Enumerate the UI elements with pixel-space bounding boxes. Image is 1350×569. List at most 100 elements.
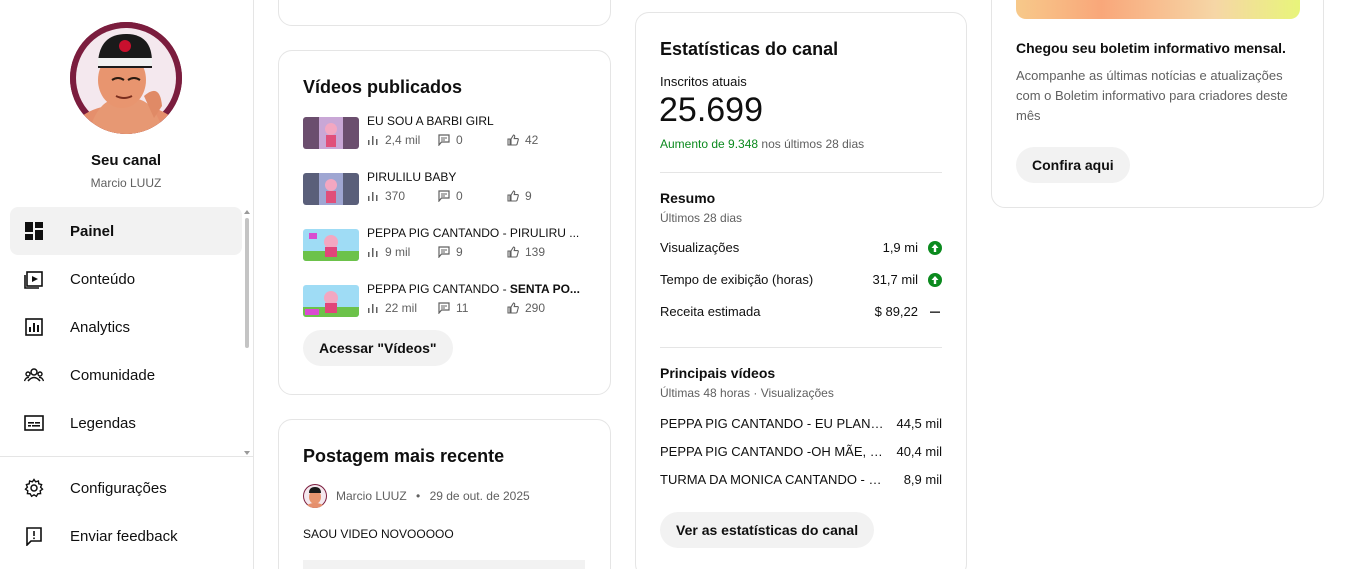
analytics-icon [24,317,44,337]
sidebar-item-label: Legendas [70,414,136,432]
scrollbar-thumb[interactable] [245,218,249,348]
video-row[interactable]: PEPPA PIG CANTANDO - SENTA PO... 22 mil … [303,282,593,326]
video-row[interactable]: PEPPA PIG CANTANDO - PIRULIRU ... 9 mil … [303,226,593,270]
video-likes: 9 [507,189,532,203]
sidebar-item-painel[interactable]: Painel [10,207,242,255]
subscribers-count: 25.699 [659,91,763,129]
subtitles-icon [24,413,44,433]
published-videos-card: Vídeos publicados EU SOU A BARBI GIRL 2,… [278,50,611,395]
divider [660,347,942,348]
dashboard-icon [24,221,44,241]
video-thumbnail[interactable] [303,285,359,317]
video-views: 22 mil [367,301,417,315]
comments-icon [438,134,450,146]
video-views: 370 [367,189,405,203]
comments-icon [438,302,450,314]
video-thumbnail[interactable] [303,229,359,261]
video-thumbnail[interactable] [303,117,359,149]
subscribers-label: Inscritos atuais [660,74,747,89]
thumbs-up-icon [507,246,519,258]
sidebar-item-label: Analytics [70,318,131,336]
video-title[interactable]: PEPPA PIG CANTANDO - PIRULIRU ... [367,226,587,240]
thumbs-up-icon [507,134,519,146]
newsletter-body: Acompanhe as últimas notícias e atualiza… [1016,68,1288,123]
video-title[interactable]: PEPPA PIG CANTANDO - SENTA PO... [367,282,587,296]
divider [660,172,942,173]
video-row[interactable]: EU SOU A BARBI GIRL 2,4 mil 0 42 [303,114,593,158]
video-row[interactable]: PIRULILU BABY 370 0 9 [303,170,593,214]
channel-stats-title: Estatísticas do canal [660,39,839,59]
metric-watch-time[interactable]: Tempo de exibição (horas) 31,7 mil [660,272,942,292]
views-icon [368,136,378,145]
newsletter-button[interactable]: Confira aqui [1016,147,1130,183]
newsletter-banner [1016,0,1300,19]
published-videos-title: Vídeos publicados [303,77,463,97]
top-video-row[interactable]: PEPPA PIG CANTANDO - EU PLANTEI ... 44,5… [660,416,942,436]
post-image-placeholder [303,560,585,569]
sidebar-item-comunidade[interactable]: Comunidade [10,351,242,399]
sidebar-item-label: Enviar feedback [70,527,178,545]
gear-icon [24,478,44,498]
sidebar-divider [0,456,253,457]
trend-up-icon [928,241,942,255]
video-likes: 290 [507,301,545,315]
sidebar: Seu canal Marcio LUUZ Painel Conteúdo An… [0,0,254,569]
views-icon [368,304,378,313]
channel-avatar[interactable] [70,22,182,134]
video-comments: 11 [438,301,468,315]
content-icon [24,269,44,289]
video-title[interactable]: PIRULILU BABY [367,170,587,184]
top-video-row[interactable]: TURMA DA MONICA CANTANDO - EU ... 8,9 mi… [660,472,942,492]
metric-views[interactable]: Visualizações 1,9 mi [660,240,942,260]
post-author-avatar [303,484,327,508]
video-comments: 0 [438,189,463,203]
video-comments: 9 [438,245,463,259]
top-video-row[interactable]: PEPPA PIG CANTANDO -OH MÃE, CO... 40,4 m… [660,444,942,464]
subscribers-increase: Aumento de 9.348 nos últimos 28 dias [660,137,865,151]
comments-icon [438,246,450,258]
sidebar-item-feedback[interactable]: Enviar feedback [10,512,242,560]
summary-period: Últimos 28 dias [660,211,743,225]
recent-post-card: Postagem mais recente Marcio LUUZ • 29 d… [278,419,611,569]
go-to-videos-button[interactable]: Acessar "Vídeos" [303,330,453,366]
trend-up-icon [928,273,942,287]
summary-title: Resumo [660,190,716,206]
top-videos-period: Últimas 48 horas · Visualizações [660,386,834,400]
metric-revenue[interactable]: Receita estimada $ 89,22 [660,304,942,324]
sidebar-item-conteudo[interactable]: Conteúdo [10,255,242,303]
post-text: SAOU VIDEO NOVOOOOO [303,527,454,541]
sidebar-scrollbar[interactable] [244,210,250,455]
video-comments: 0 [438,133,463,147]
previous-card [278,0,611,26]
post-author[interactable]: Marcio LUUZ [336,489,407,503]
recent-post-title: Postagem mais recente [303,446,505,466]
sidebar-item-analytics[interactable]: Analytics [10,303,242,351]
post-meta: Marcio LUUZ • 29 de out. de 2025 [336,489,530,503]
video-views: 9 mil [367,245,410,259]
video-likes: 42 [507,133,538,147]
views-icon [368,192,378,201]
sidebar-item-configuracoes[interactable]: Configurações [10,464,242,512]
sidebar-item-legendas[interactable]: Legendas [10,399,242,447]
sidebar-nav: Painel Conteúdo Analytics Comunidade Leg… [10,207,242,447]
sidebar-item-label: Comunidade [70,366,156,384]
thumbs-up-icon [507,190,519,202]
newsletter-card: Chegou seu boletim informativo mensal. A… [991,0,1324,208]
scroll-down-icon[interactable] [244,451,250,455]
thumbs-up-icon [507,302,519,314]
view-channel-stats-button[interactable]: Ver as estatísticas do canal [660,512,875,548]
scroll-up-icon[interactable] [244,210,250,214]
channel-stats-card: Estatísticas do canal Inscritos atuais 2… [635,12,967,569]
channel-handle: Marcio LUUZ [90,176,162,190]
community-icon [24,365,44,385]
trend-flat-icon [930,311,940,313]
video-likes: 139 [507,245,545,259]
sidebar-item-label: Configurações [70,479,167,497]
comments-icon [438,190,450,202]
newsletter-title: Chegou seu boletim informativo mensal. [1016,40,1286,56]
video-thumbnail[interactable] [303,173,359,205]
sidebar-item-label: Conteúdo [70,270,136,288]
video-title[interactable]: EU SOU A BARBI GIRL [367,114,587,128]
sidebar-bottom-nav: Configurações Enviar feedback [10,464,242,560]
post-date: 29 de out. de 2025 [429,489,530,503]
